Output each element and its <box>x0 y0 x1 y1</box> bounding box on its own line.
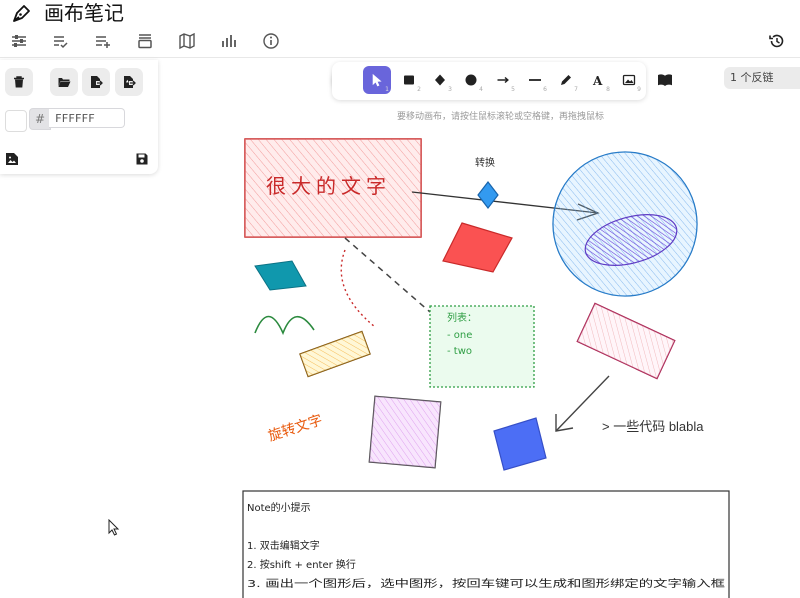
arrow-tool[interactable]: 5 <box>489 66 517 94</box>
note-line-3: 3. 画出一个图形后，选中图形，按回车键可以生成和图形绑定的文字输入框 <box>247 577 725 590</box>
diamond-label: 转换 <box>475 156 495 169</box>
pink-rectangle[interactable] <box>576 302 676 380</box>
line-tool-number: 6 <box>543 86 547 93</box>
rectangle-tool-number: 2 <box>417 86 421 93</box>
pencil-tool[interactable]: 7 <box>552 66 580 94</box>
orange-rectangle[interactable] <box>299 330 371 378</box>
image-tool-number: 9 <box>637 86 641 93</box>
add-list-icon[interactable] <box>94 32 112 50</box>
backlinks-button[interactable]: 1 个反链 <box>724 67 800 89</box>
green-list-box[interactable]: 列表： - one - two <box>429 305 535 388</box>
drawing-canvas[interactable]: 很大的文字 转换 列表： - one - two 旋转文字 > 一些代码 bla… <box>0 120 800 598</box>
text-tool[interactable]: A 8 <box>584 66 612 94</box>
ellipse-tool[interactable]: 4 <box>457 66 485 94</box>
export-file-icon[interactable]: ▲ <box>115 68 143 96</box>
list-title: 列表： <box>447 311 477 324</box>
folder-open-icon[interactable] <box>50 68 78 96</box>
rectangle-tool[interactable]: 2 <box>395 66 423 94</box>
export-icon[interactable] <box>82 68 110 96</box>
check-list-icon[interactable] <box>52 32 70 50</box>
diamond-tool[interactable]: 3 <box>426 66 454 94</box>
line-tool[interactable]: 6 <box>521 66 549 94</box>
page-title: 画布笔记 <box>44 1 124 25</box>
title-bar: 画布笔记 <box>0 0 800 28</box>
rotated-text[interactable]: 旋转文字 <box>266 412 324 445</box>
map-icon[interactable] <box>178 32 196 50</box>
bar-chart-icon[interactable] <box>220 32 238 50</box>
layers-icon[interactable] <box>136 32 154 50</box>
violet-rectangle[interactable] <box>368 395 442 469</box>
list-item-1: - one <box>447 330 472 341</box>
code-text[interactable]: > 一些代码 blabla <box>602 419 704 434</box>
ellipse-tool-number: 4 <box>479 86 483 93</box>
text-tool-number: 8 <box>606 86 610 93</box>
note-line-2: 2. 按shift + enter 换行 <box>247 558 356 571</box>
header-divider <box>0 57 800 58</box>
tips-note-box[interactable]: Note的小提示 1. 双击编辑文字 2. 按shift + enter 换行 … <box>242 490 730 598</box>
select-tool-number: 1 <box>385 86 389 93</box>
svg-text:▲: ▲ <box>126 79 129 83</box>
diamond-tool-number: 3 <box>448 86 452 93</box>
red-text-rectangle[interactable]: 很大的文字 <box>244 138 422 238</box>
blue-square[interactable] <box>493 417 547 471</box>
select-tool[interactable]: 1 <box>363 66 391 94</box>
red-parallelogram[interactable] <box>442 222 513 273</box>
library-book-icon[interactable] <box>652 67 678 93</box>
big-text-label: 很大的文字 <box>266 174 391 198</box>
svg-text:A: A <box>592 74 603 87</box>
top-toolbar <box>0 30 800 54</box>
pencil-tool-number: 7 <box>574 86 578 93</box>
pen-nib-icon <box>10 3 32 25</box>
teal-parallelogram[interactable] <box>254 260 307 291</box>
history-icon[interactable] <box>768 32 786 50</box>
settings-icon[interactable] <box>10 32 28 50</box>
list-item-2: - two <box>447 346 472 357</box>
note-title: Note的小提示 <box>247 501 311 514</box>
note-line-1: 1. 双击编辑文字 <box>247 539 320 552</box>
mouse-cursor-icon <box>108 519 120 536</box>
blue-diamond[interactable] <box>477 181 499 209</box>
red-dotted-curve[interactable] <box>340 249 376 328</box>
arrow-tool-number: 5 <box>511 86 515 93</box>
green-squiggle[interactable] <box>254 315 315 336</box>
info-icon[interactable] <box>262 32 280 50</box>
dashed-connector[interactable] <box>344 237 431 313</box>
shape-toolbar: 1 2 3 4 5 6 7 A 8 9 <box>332 62 646 100</box>
image-tool[interactable]: 9 <box>615 66 643 94</box>
trash-icon[interactable] <box>5 68 33 96</box>
